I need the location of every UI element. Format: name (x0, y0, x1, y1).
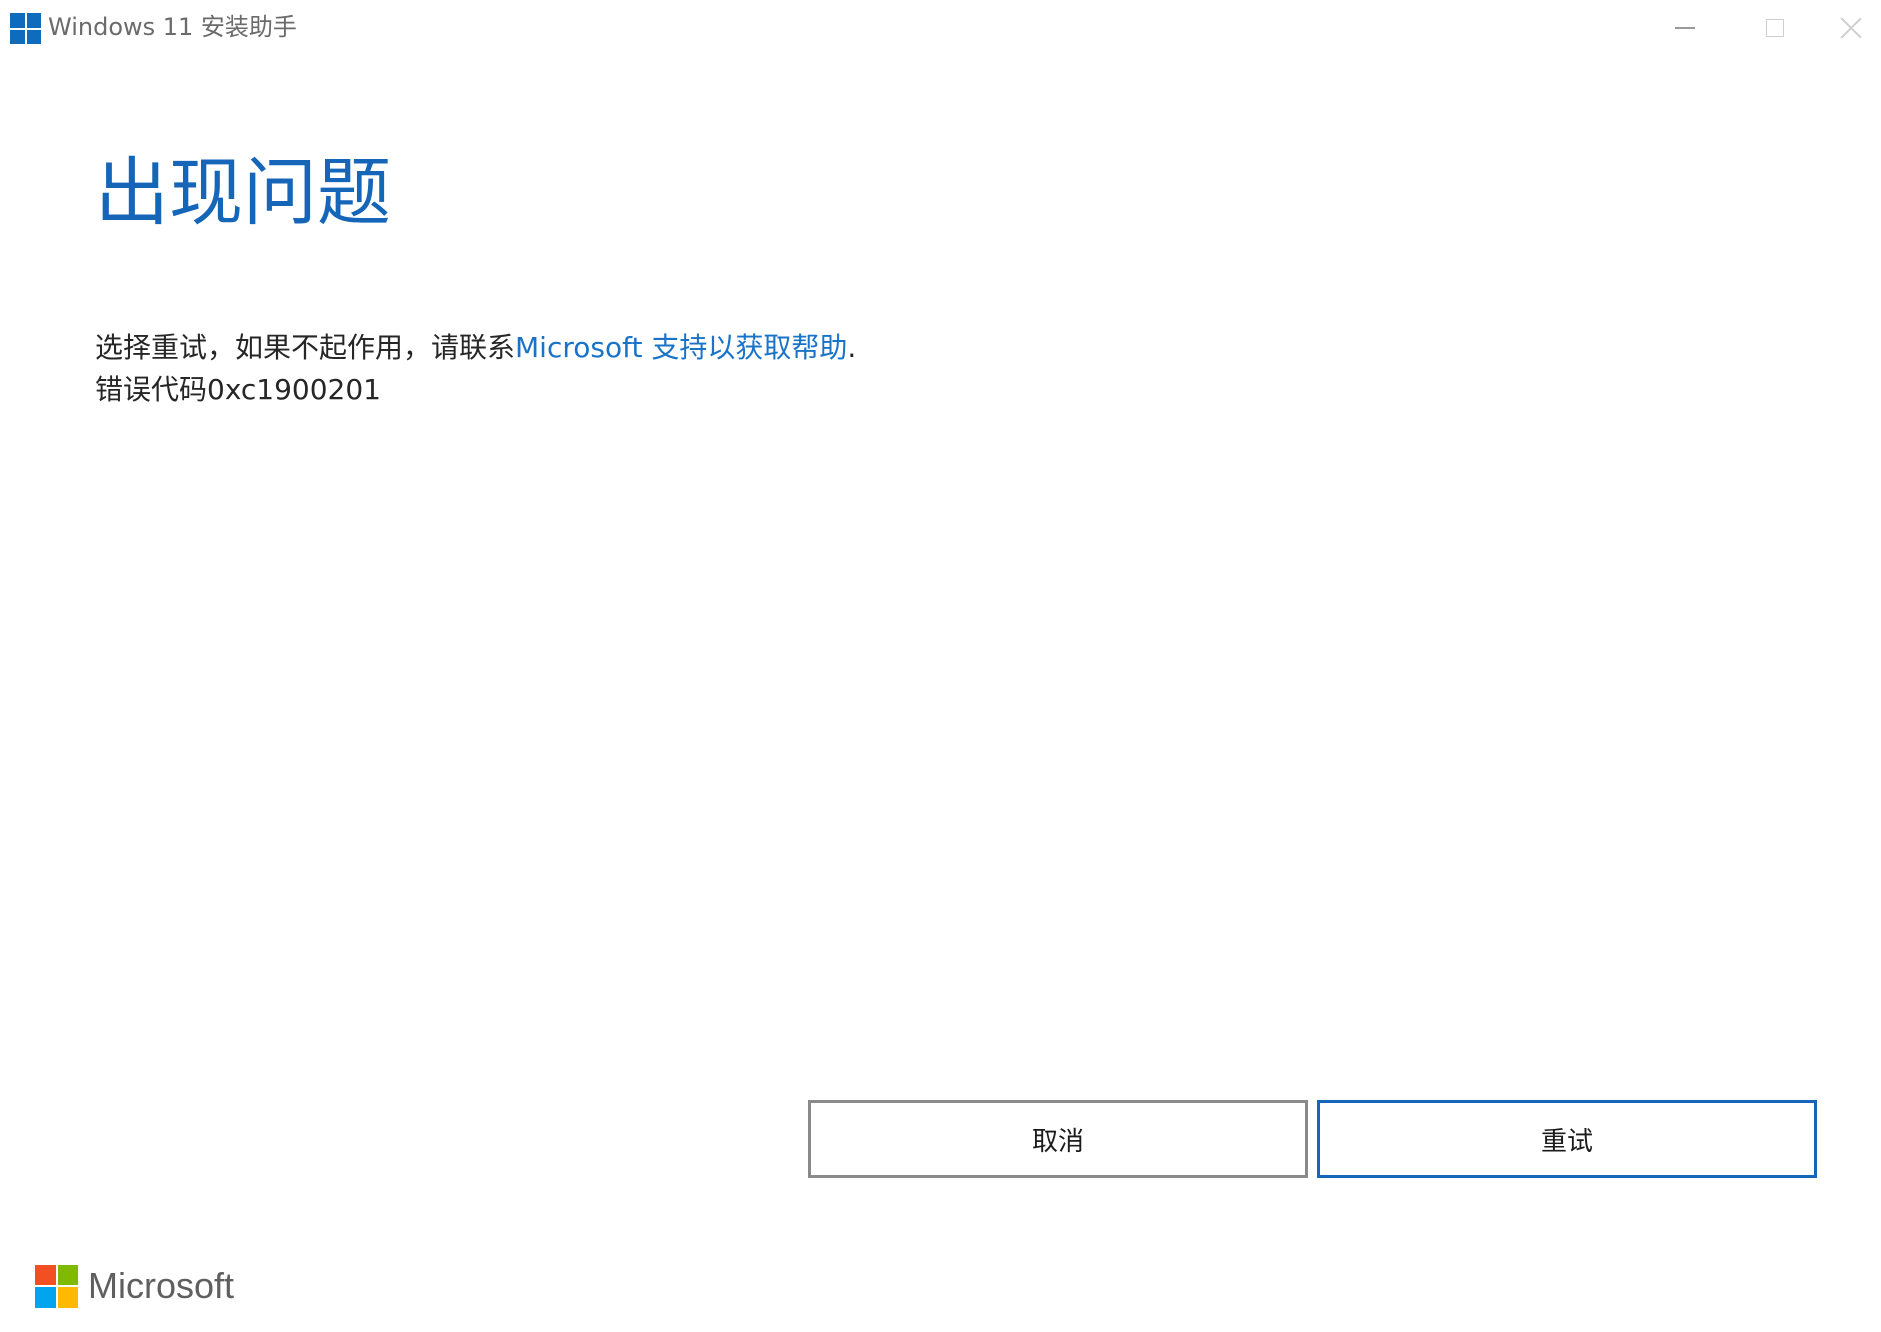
microsoft-brand: Microsoft (35, 1264, 234, 1308)
title-bar: Windows 11 安装助手 (0, 0, 1881, 56)
installer-window: Windows 11 安装助手 出现问题 选择重试，如果不起作用，请联系Micr… (0, 0, 1881, 1332)
minimize-button[interactable] (1640, 0, 1730, 56)
microsoft-logo-icon (35, 1264, 78, 1308)
brand-name: Microsoft (88, 1265, 235, 1306)
maximize-icon (1766, 19, 1784, 37)
logo-square-green (57, 1264, 78, 1285)
error-code: 错误代码0xc1900201 (95, 373, 381, 406)
error-message: 选择重试，如果不起作用，请联系Microsoft 支持以获取帮助. (95, 328, 856, 368)
retry-button[interactable]: 重试 (1317, 1100, 1817, 1178)
message-text: 选择重试，如果不起作用，请联系 (95, 331, 516, 364)
page-title: 出现问题 (95, 150, 391, 236)
support-link[interactable]: Microsoft 支持以获取帮助 (515, 331, 847, 364)
close-icon (1840, 17, 1862, 39)
logo-square-blue (35, 1287, 56, 1308)
logo-square-red (35, 1264, 56, 1285)
cancel-button[interactable]: 取消 (808, 1100, 1308, 1178)
maximize-button[interactable] (1730, 0, 1820, 56)
minimize-icon (1675, 27, 1695, 29)
message-period: . (847, 331, 857, 364)
window-title: Windows 11 安装助手 (48, 13, 297, 41)
windows-logo-icon (10, 13, 41, 44)
logo-square-yellow (57, 1287, 78, 1308)
close-button[interactable] (1820, 0, 1881, 56)
